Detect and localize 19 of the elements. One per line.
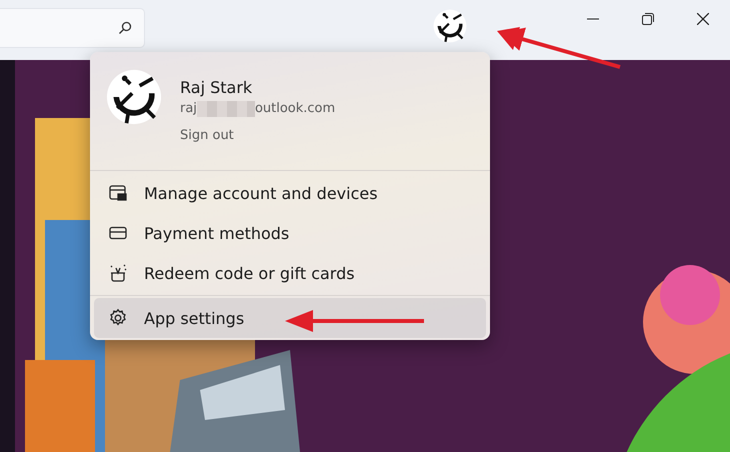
- search-field[interactable]: [0, 8, 145, 48]
- account-name: Raj Stark: [180, 77, 254, 99]
- avatar-button[interactable]: [433, 9, 467, 43]
- menu-item[interactable]: Payment methods: [94, 213, 486, 253]
- minimize-icon: [586, 18, 598, 20]
- close-icon: [696, 13, 708, 25]
- redaction-block: [196, 101, 255, 117]
- restore-icon: [642, 13, 654, 25]
- sign-out-link[interactable]: Sign out: [180, 128, 234, 143]
- avatar-image: [106, 69, 162, 125]
- menu-item[interactable]: Manage account and devices: [94, 173, 486, 213]
- email-start: raj: [180, 100, 197, 118]
- briefcase-window-icon: [108, 183, 128, 203]
- gift-icon: [108, 263, 128, 283]
- menu-item[interactable]: App settings: [94, 298, 486, 338]
- settings-icon: [108, 308, 128, 328]
- search-icon: [118, 21, 132, 35]
- menu-item[interactable]: Redeem code or gift cards: [94, 253, 486, 293]
- email-domain: outlook.com: [254, 100, 336, 118]
